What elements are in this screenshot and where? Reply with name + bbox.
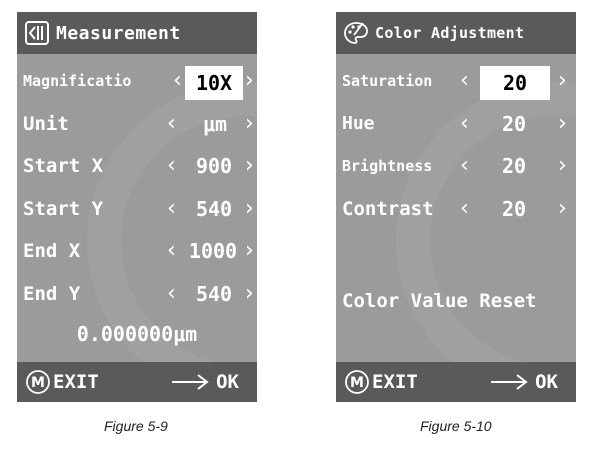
measurement-result: 0.000000μm (76, 322, 198, 346)
chevron-right-icon[interactable]: › (245, 234, 254, 268)
end-x-value: 1000 (188, 239, 238, 263)
color-adjustment-title: Color Adjustment (375, 24, 525, 42)
figure-caption-right: Figure 5-10 (420, 418, 492, 434)
magnification-value[interactable]: 10X (185, 66, 243, 100)
chevron-right-icon[interactable]: › (245, 192, 254, 226)
brightness-value: 20 (501, 154, 527, 178)
row-label: Brightness (342, 157, 433, 175)
long-arrow-right-icon (172, 374, 209, 390)
chevron-right-icon[interactable]: › (245, 149, 254, 183)
hue-value: 20 (501, 112, 527, 136)
row-saturation[interactable]: Saturation ‹ 20 › (336, 64, 576, 100)
row-label: Unit (23, 113, 69, 135)
row-end-x[interactable]: End X ‹ 1000 › (17, 234, 257, 268)
start-y-value: 540 (195, 197, 233, 221)
measurement-title: Measurement (56, 22, 181, 44)
chevron-left-icon[interactable]: ‹ (460, 107, 469, 141)
row-start-x[interactable]: Start X ‹ 900 › (17, 149, 257, 183)
m-circle-icon: M (26, 370, 50, 394)
row-label: Hue (342, 113, 375, 134)
chevron-left-icon[interactable]: ‹ (167, 192, 176, 226)
measurement-panel: Measurement Magnificatio ‹ 10X › Unit ‹ … (17, 12, 257, 402)
long-arrow-right-icon (491, 374, 528, 390)
chevron-right-icon[interactable]: › (245, 107, 254, 141)
svg-text:M: M (350, 375, 364, 391)
saturation-value[interactable]: 20 (480, 66, 550, 100)
chevron-left-icon[interactable]: ‹ (173, 64, 182, 98)
row-hue[interactable]: Hue ‹ 20 › (336, 107, 576, 141)
end-y-value: 540 (195, 282, 233, 306)
row-start-y[interactable]: Start Y ‹ 540 › (17, 192, 257, 226)
chevron-left-icon[interactable]: ‹ (460, 149, 469, 183)
color-value-reset-button[interactable]: Color Value Reset (342, 290, 536, 312)
m-circle-icon: M (345, 370, 369, 394)
chevron-right-icon[interactable]: › (558, 149, 567, 183)
row-label: End X (23, 240, 81, 262)
chevron-right-icon[interactable]: › (558, 64, 567, 98)
chevron-right-icon[interactable]: › (245, 64, 254, 98)
color-adjustment-footer: M EXIT OK (336, 362, 576, 402)
palette-icon (344, 22, 368, 44)
chevron-left-icon[interactable]: ‹ (167, 149, 176, 183)
svg-text:M: M (31, 375, 45, 391)
row-label: Start X (23, 155, 104, 177)
row-label: Start Y (23, 198, 104, 220)
ok-label: OK (216, 371, 239, 393)
chevron-right-icon[interactable]: › (245, 277, 254, 311)
row-label: End Y (23, 283, 81, 305)
contrast-value: 20 (501, 197, 527, 221)
row-brightness[interactable]: Brightness ‹ 20 › (336, 149, 576, 183)
exit-label: EXIT (372, 371, 418, 393)
chevron-left-icon[interactable]: ‹ (167, 234, 176, 268)
ok-button[interactable]: OK (489, 362, 558, 402)
measurement-icon (25, 21, 49, 45)
exit-button[interactable]: M EXIT (344, 362, 418, 402)
chevron-right-icon[interactable]: › (558, 107, 567, 141)
unit-value: μm (202, 112, 228, 136)
row-label: Contrast (342, 198, 434, 220)
measurement-title-bar: Measurement (17, 12, 257, 54)
chevron-left-icon[interactable]: ‹ (460, 64, 469, 98)
color-adjustment-panel: Color Adjustment Saturation ‹ 20 › Hue ‹… (336, 12, 576, 402)
figure-caption-left: Figure 5-9 (104, 418, 168, 434)
row-unit[interactable]: Unit ‹ μm › (17, 107, 257, 141)
chevron-left-icon[interactable]: ‹ (460, 192, 469, 226)
exit-button[interactable]: M EXIT (25, 362, 99, 402)
ok-label: OK (535, 371, 558, 393)
row-label: Saturation (342, 72, 433, 90)
chevron-left-icon[interactable]: ‹ (167, 107, 176, 141)
row-label: Magnificatio (23, 72, 132, 90)
row-contrast[interactable]: Contrast ‹ 20 › (336, 192, 576, 226)
exit-label: EXIT (53, 371, 99, 393)
row-magnification[interactable]: Magnificatio ‹ 10X › (17, 64, 257, 100)
chevron-right-icon[interactable]: › (558, 192, 567, 226)
color-adjustment-title-bar: Color Adjustment (336, 12, 576, 54)
row-end-y[interactable]: End Y ‹ 540 › (17, 277, 257, 311)
measurement-footer: M EXIT OK (17, 362, 257, 402)
ok-button[interactable]: OK (170, 362, 239, 402)
start-x-value: 900 (195, 154, 233, 178)
chevron-left-icon[interactable]: ‹ (167, 277, 176, 311)
